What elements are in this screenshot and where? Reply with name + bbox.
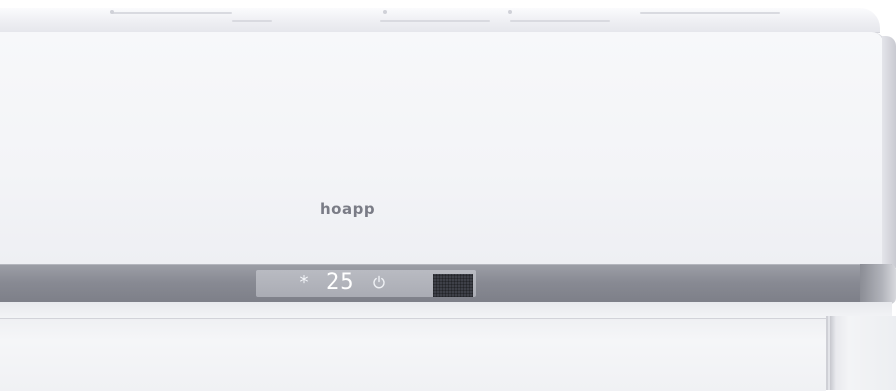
- temperature-readout: 25: [326, 270, 355, 295]
- air-conditioner-unit: hoapp * 25: [0, 0, 896, 391]
- airflow-louver: [0, 318, 826, 391]
- brand-logo: hoapp: [320, 200, 376, 218]
- power-icon: [373, 275, 385, 289]
- vent-notch: [110, 10, 114, 14]
- ir-receiver-sensor: [433, 274, 473, 297]
- vent-slot: [112, 12, 232, 14]
- top-air-vent: [0, 8, 880, 33]
- vent-slot: [640, 12, 780, 14]
- snowflake-icon: *: [299, 272, 309, 293]
- vent-notch: [508, 10, 512, 14]
- vent-notch: [383, 10, 387, 14]
- front-panel: [0, 32, 886, 264]
- display-band-end: [860, 264, 896, 304]
- vent-slot: [510, 20, 610, 22]
- vent-slot: [380, 20, 490, 22]
- side-cap: [826, 316, 896, 390]
- vent-slot: [232, 20, 272, 22]
